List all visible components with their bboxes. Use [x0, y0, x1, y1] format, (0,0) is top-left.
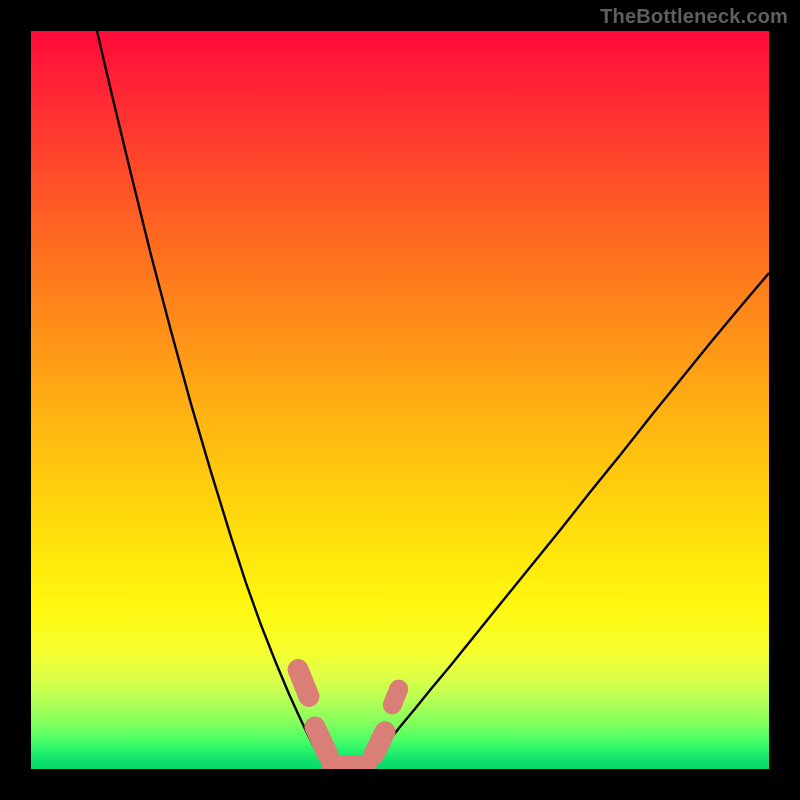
- plot-area: [31, 31, 769, 769]
- curve-left: [97, 31, 323, 761]
- chart-frame: TheBottleneck.com: [0, 0, 800, 800]
- watermark-text: TheBottleneck.com: [600, 6, 788, 29]
- curve-layer: [31, 31, 769, 769]
- curve-right: [375, 273, 769, 761]
